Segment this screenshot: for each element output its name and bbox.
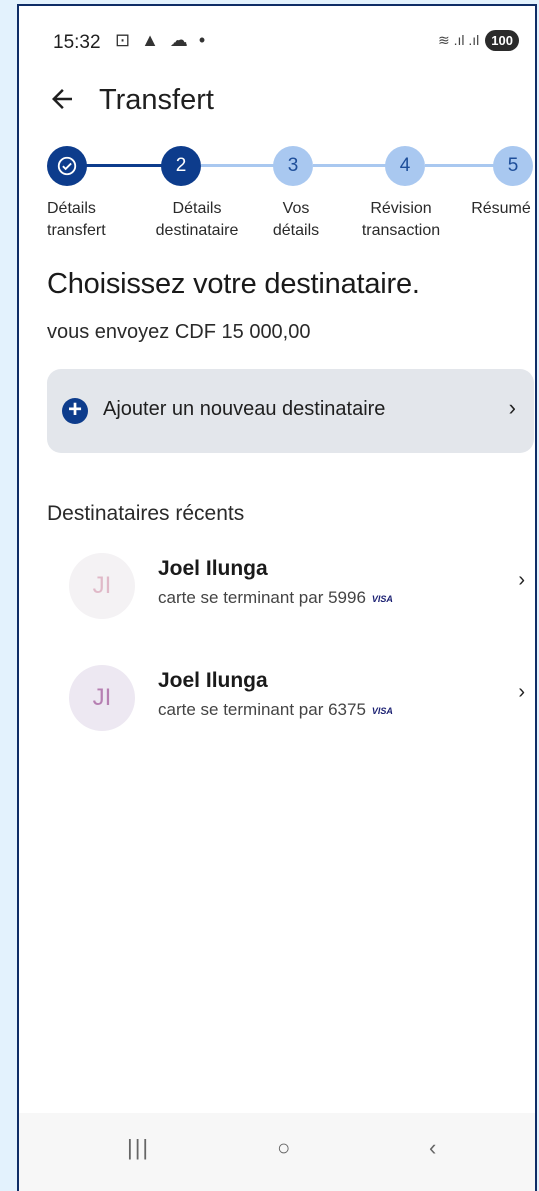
signal-icon: ≋ .ıl .ıl (438, 32, 480, 48)
visa-logo-icon: VISA (371, 705, 393, 716)
step-3-circle: 3 (273, 146, 313, 186)
back-nav-icon[interactable]: ‹ (429, 1135, 436, 1161)
amount-summary: vous envoyez CDF 15 000,00 (47, 321, 311, 343)
phone-screen: 15:32 ⊡ ▲ ☁ • ≋ .ıl .ıl 100 Transfert 2 … (17, 4, 537, 1191)
avatar: JI (69, 553, 135, 619)
recipient-item[interactable]: JI Joel Ilunga carte se terminant par 63… (67, 661, 535, 733)
visa-logo-icon: VISA (371, 593, 393, 604)
app-bar: Transfert (19, 78, 535, 134)
status-time: 15:32 (53, 32, 101, 53)
status-right-icons: ≋ .ıl .ıl 100 (438, 30, 519, 51)
step-3-label: Vos détails (272, 200, 320, 239)
notification-icons: ⊡ ▲ ☁ • (115, 30, 209, 50)
step-4-circle: 4 (385, 146, 425, 186)
recent-recipients-title: Destinataires récents (47, 502, 245, 525)
status-bar: 15:32 ⊡ ▲ ☁ • ≋ .ıl .ıl 100 (19, 6, 535, 78)
recipient-card-detail: carte se terminant par 6375 VISA (158, 700, 393, 719)
check-circle-icon (57, 156, 77, 176)
recipient-card-detail: carte se terminant par 5996 VISA (158, 588, 393, 607)
step-2-label: Détails destinataire (155, 200, 239, 239)
recipient-name: Joel Ilunga (158, 557, 268, 580)
step-5-label: Résumé (471, 200, 531, 217)
recipient-item[interactable]: JI Joel Ilunga carte se terminant par 59… (67, 549, 535, 621)
page-heading: Choisissez votre destinataire. (47, 268, 420, 300)
step-2-circle: 2 (161, 146, 201, 186)
chevron-right-icon: › (518, 681, 525, 703)
battery-icon: 100 (485, 30, 519, 51)
step-1-circle (47, 146, 87, 186)
chevron-right-icon: › (518, 569, 525, 591)
progress-stepper: 2 3 4 5 Détails transfert Détails destin… (19, 142, 535, 252)
step-1-label: Détails transfert (47, 200, 106, 239)
chevron-right-icon: › (508, 395, 516, 420)
page-title: Transfert (99, 84, 214, 116)
system-navigation-bar: ||| ○ ‹ (19, 1113, 535, 1191)
avatar: JI (69, 665, 135, 731)
add-recipient-label: Ajouter un nouveau destinataire (103, 398, 386, 420)
add-recipient-button[interactable]: + Ajouter un nouveau destinataire › (47, 369, 534, 453)
recipient-name: Joel Ilunga (158, 669, 268, 692)
step-4-label: Révision transaction (361, 200, 441, 239)
add-circle-icon: + (62, 398, 88, 424)
recent-apps-icon[interactable]: ||| (127, 1135, 150, 1161)
step-5-circle: 5 (493, 146, 533, 186)
home-icon[interactable]: ○ (277, 1135, 290, 1161)
back-arrow-icon[interactable] (47, 84, 77, 114)
